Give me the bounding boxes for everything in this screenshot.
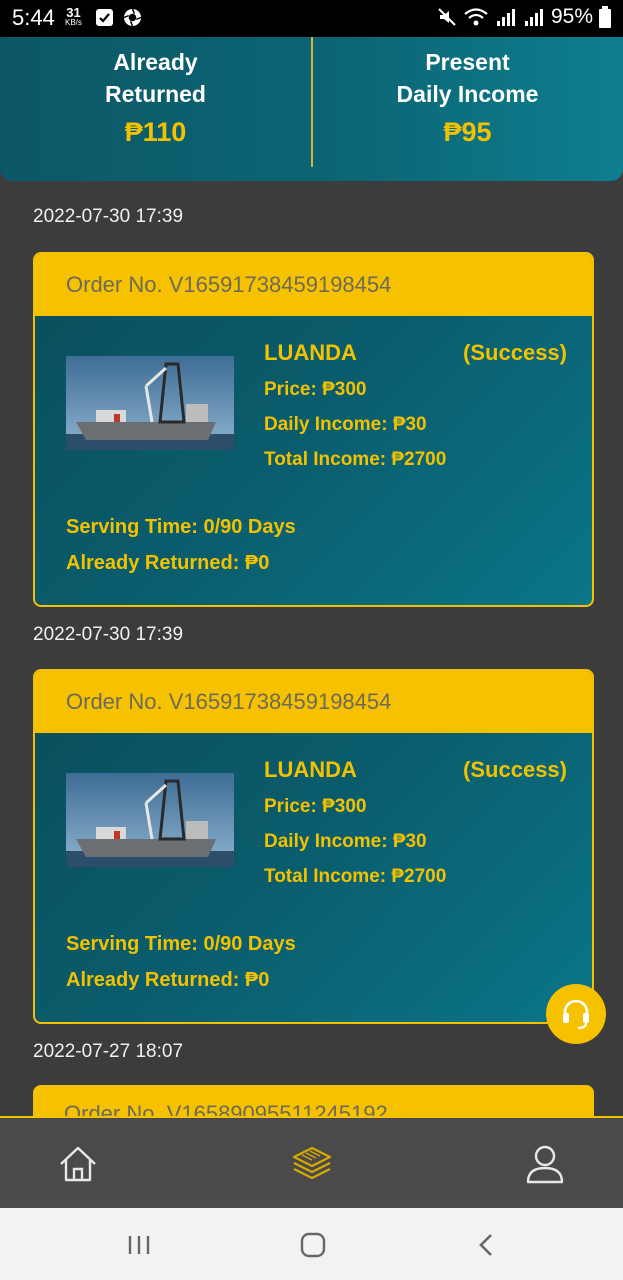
daily-income: Daily Income: ₱30 [264, 414, 427, 435]
network-speed: 31 KB/s [65, 6, 82, 27]
status-bar: 5:44 31 KB/s 95% [0, 0, 623, 37]
battery-percent: 95% [550, 5, 593, 28]
signal-icon-2 [524, 9, 543, 26]
vessel-name: LUANDA [264, 757, 357, 782]
order-status: (Success) [463, 757, 567, 782]
checkbox-notification-icon [96, 9, 113, 26]
tab-profile[interactable] [523, 1142, 567, 1186]
system-navigation-bar [0, 1208, 623, 1280]
user-icon [526, 1145, 564, 1184]
home-button-icon[interactable] [298, 1230, 328, 1260]
bottom-tab-bar [0, 1116, 623, 1208]
headset-icon [563, 999, 589, 1030]
order-date: 2022-07-27 18:07 [33, 1041, 184, 1062]
drillship-image [66, 773, 234, 867]
signal-icon [496, 9, 515, 26]
aperture-icon [123, 8, 142, 27]
order-date: 2022-07-30 17:39 [33, 206, 184, 227]
customer-support-button[interactable] [546, 984, 606, 1044]
daily-income-summary: Present Daily Income ₱95 [312, 37, 623, 181]
already-returned: Already Returned: ₱0 [66, 552, 270, 574]
network-speed-unit: KB/s [65, 18, 82, 27]
total-income: Total Income: ₱2700 [264, 449, 447, 470]
already-returned: Already Returned: ₱0 [66, 969, 270, 991]
price: Price: ₱300 [264, 379, 367, 400]
recent-apps-icon[interactable] [124, 1230, 154, 1260]
daily-income-value: ₱95 [443, 117, 492, 147]
tab-orders[interactable] [290, 1142, 334, 1186]
serving-time: Serving Time: 0/90 Days [66, 933, 296, 955]
order-date: 2022-07-30 17:39 [33, 624, 184, 645]
serving-time: Serving Time: 0/90 Days [66, 516, 296, 538]
battery-icon [599, 6, 611, 28]
price: Price: ₱300 [264, 796, 367, 817]
order-card[interactable]: Order No. V16591738459198454 LUANDA (Suc… [33, 669, 594, 1024]
home-icon [60, 1146, 96, 1182]
tab-home[interactable] [56, 1142, 100, 1186]
back-icon[interactable] [472, 1230, 502, 1260]
status-right: 95% [437, 5, 611, 29]
status-time: 5:44 [12, 5, 55, 30]
total-income: Total Income: ₱2700 [264, 866, 447, 887]
already-returned-summary: Already Returned ₱110 [0, 37, 311, 181]
income-summary: Already Returned ₱110 Present Daily Inco… [0, 37, 623, 181]
order-number: Order No. V16591738459198454 [35, 254, 592, 316]
vessel-name: LUANDA [264, 340, 357, 365]
daily-income: Daily Income: ₱30 [264, 831, 427, 852]
already-returned-value: ₱110 [124, 117, 187, 147]
drillship-image [66, 356, 234, 450]
already-returned-label: Already Returned [105, 49, 206, 107]
mute-icon [438, 8, 456, 26]
layers-icon [292, 1146, 332, 1180]
wifi-icon [464, 8, 488, 26]
order-number: Order No. V16591738459198454 [35, 671, 592, 733]
order-status: (Success) [463, 340, 567, 365]
order-card[interactable]: Order No. V16591738459198454 LUANDA (Suc… [33, 252, 594, 607]
daily-income-label: Present Daily Income [396, 49, 539, 107]
